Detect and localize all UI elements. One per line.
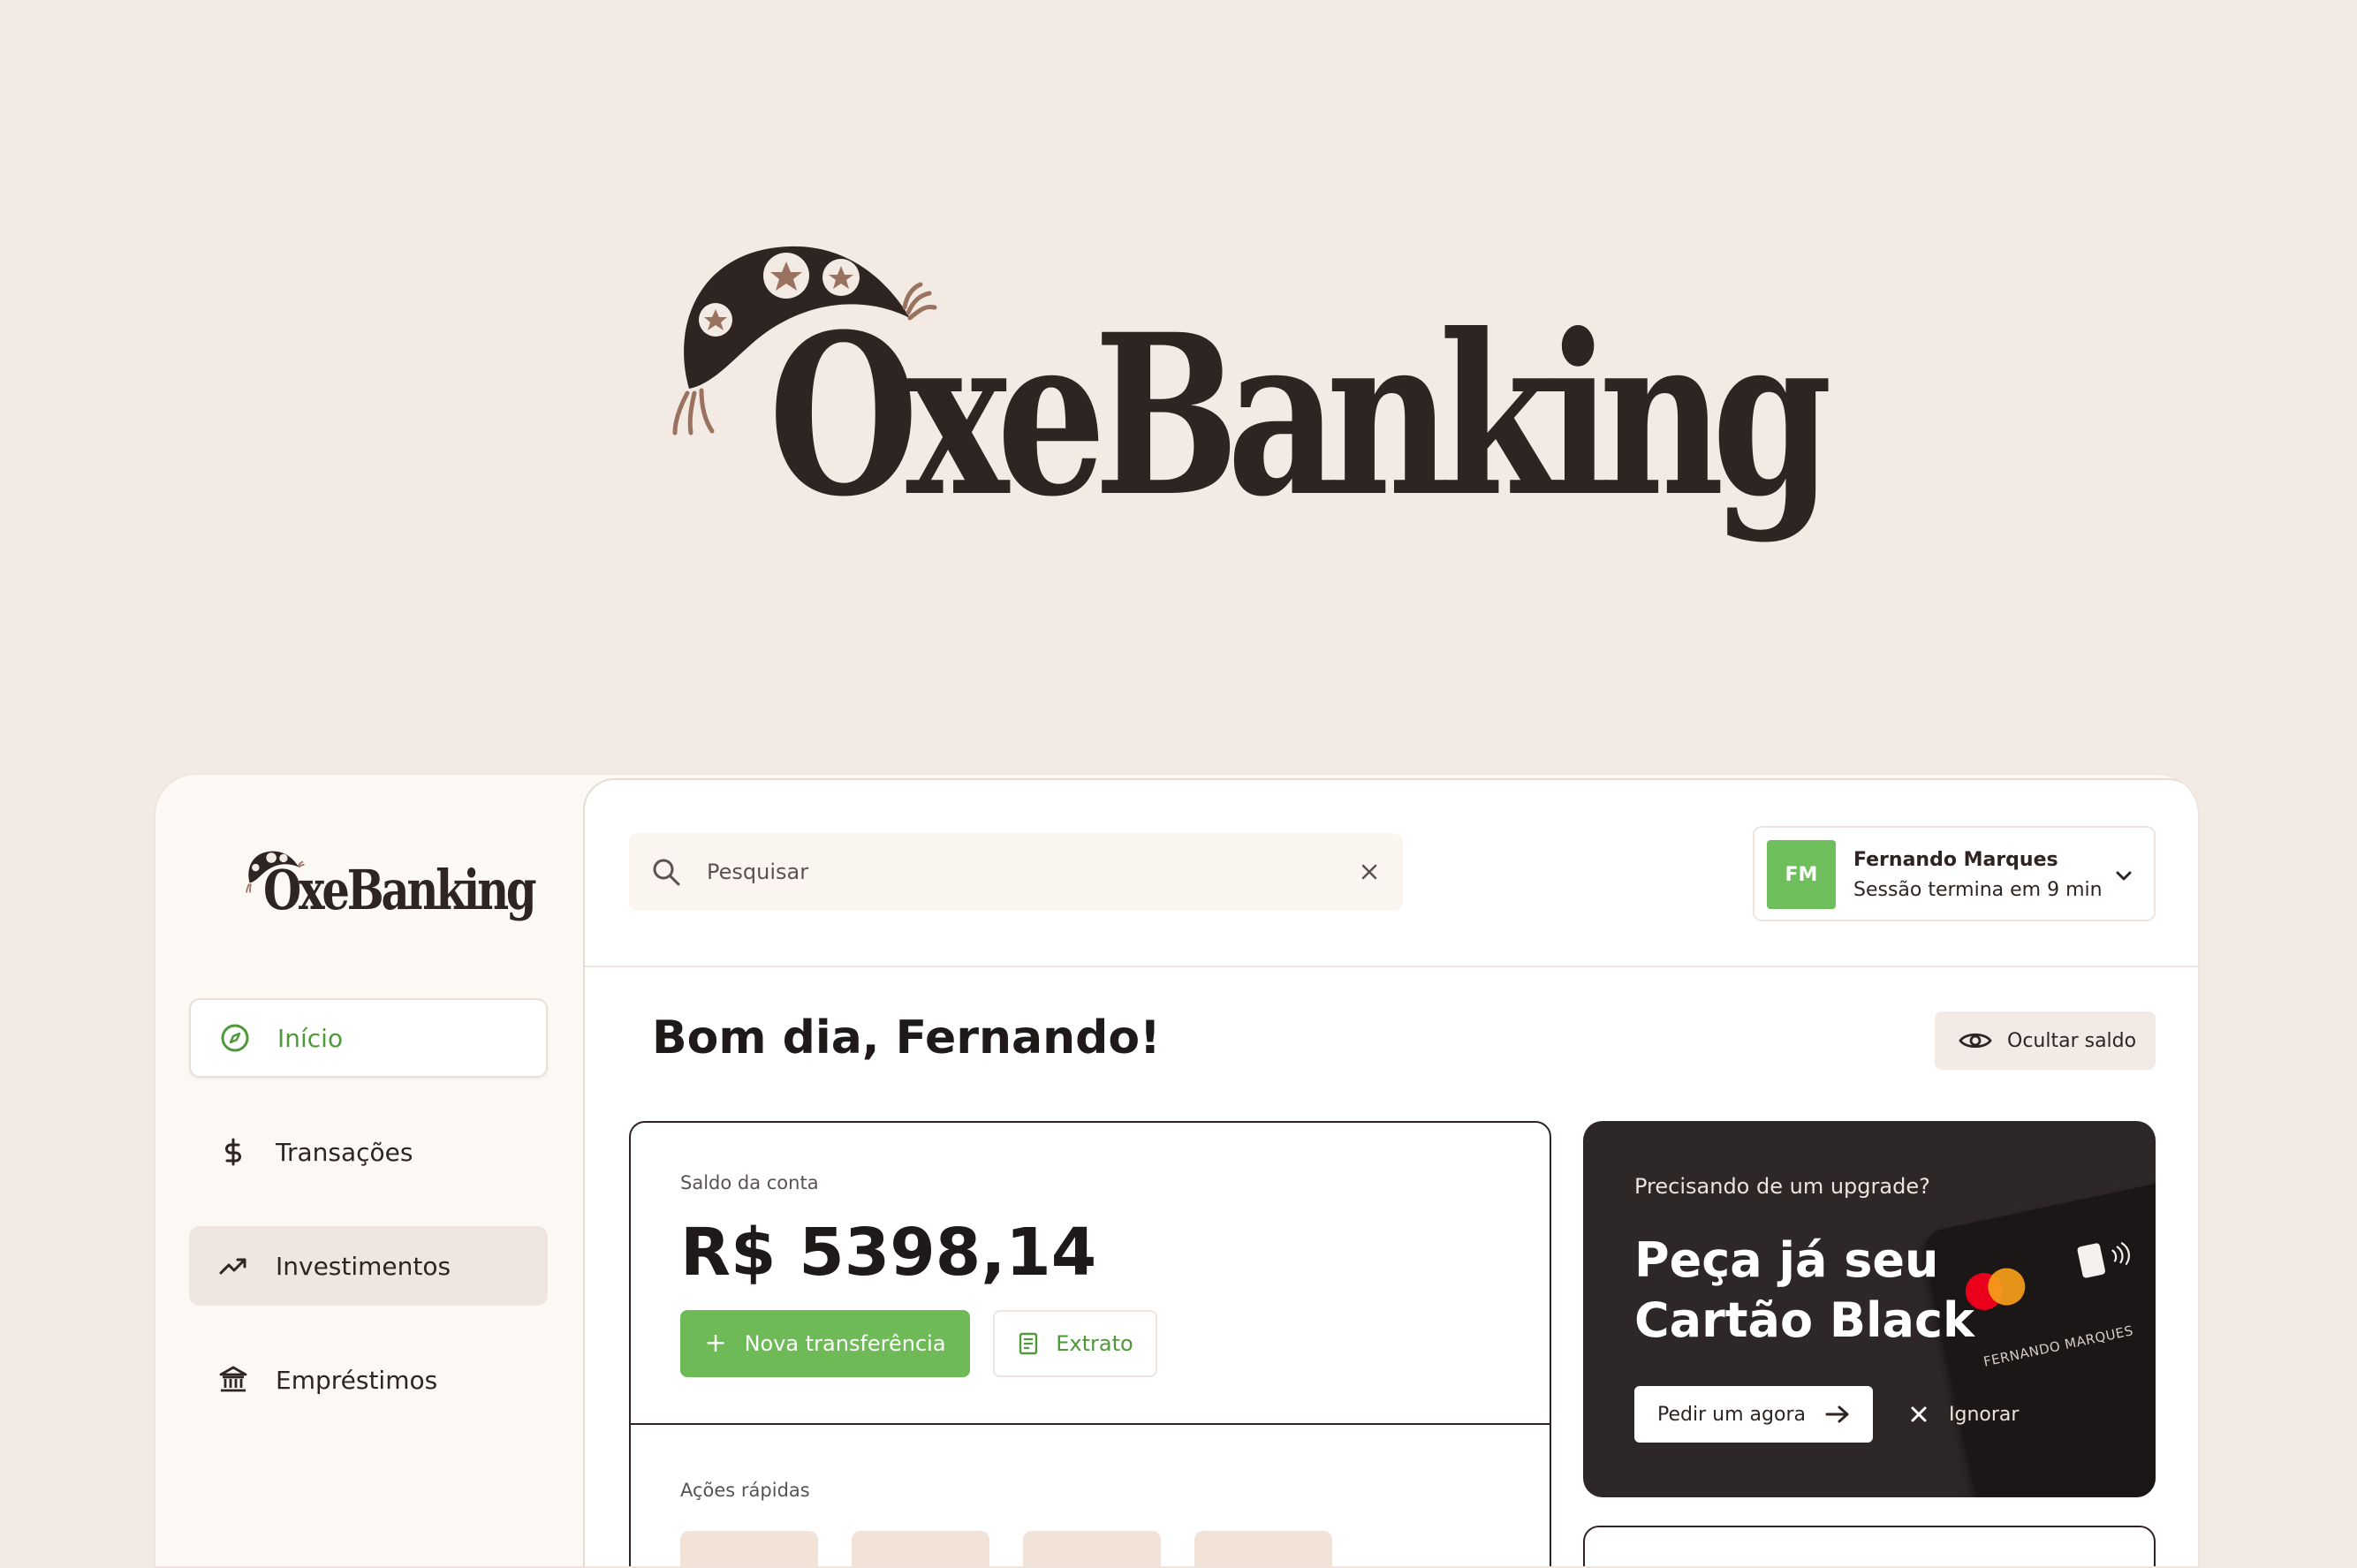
sidebar-item-label: Início xyxy=(277,1023,344,1053)
contactless-icon xyxy=(2111,1242,2130,1265)
eye-icon xyxy=(1959,1033,1992,1049)
user-name: Fernando Marques xyxy=(1853,849,2058,871)
quick-actions-title: Ações rápidas xyxy=(680,1480,810,1501)
sidebar-item-inicio[interactable]: Início xyxy=(189,998,548,1078)
trending-up-icon xyxy=(217,1250,249,1282)
sidebar-item-label: Empréstimos xyxy=(276,1365,438,1395)
search-icon xyxy=(653,859,680,886)
user-menu[interactable]: FM Fernando Marques Sessão termina em 9 … xyxy=(1753,826,2156,921)
balance-value: R$ 5398,14 xyxy=(680,1215,1097,1291)
sidebar-wordmark: OxeBanking xyxy=(263,858,537,922)
sidebar-item-label: Investimentos xyxy=(276,1251,451,1281)
arrow-right-icon xyxy=(1825,1405,1849,1423)
close-icon xyxy=(1911,1406,1927,1422)
session-timer: Sessão termina em 9 min xyxy=(1853,879,2103,901)
ignore-button[interactable]: Ignorar xyxy=(1910,1386,2019,1443)
sidebar-nav: Início Transações Investimentos Emprésti… xyxy=(189,998,548,1454)
avatar: FM xyxy=(1767,840,1836,909)
compass-icon xyxy=(219,1022,251,1054)
upgrade-promo-card: FERNANDO MARQUES OxeBanking Precisando d… xyxy=(1583,1121,2156,1497)
clear-search-icon[interactable] xyxy=(1355,858,1383,886)
new-transfer-button[interactable]: + Nova transferência xyxy=(680,1310,970,1377)
statement-label: Extrato xyxy=(1056,1331,1133,1356)
hide-balance-button[interactable]: Ocultar saldo xyxy=(1935,1011,2156,1070)
hide-balance-label: Ocultar saldo xyxy=(2007,1029,2137,1052)
hero-logo: OxeBanking xyxy=(663,221,1832,574)
promo-title: Peça já seu Cartão Black xyxy=(1634,1232,1974,1348)
quick-action[interactable] xyxy=(1194,1531,1332,1566)
order-card-label: Pedir um agora xyxy=(1657,1403,1806,1426)
sidebar-item-label: Transações xyxy=(276,1137,413,1167)
dollar-icon xyxy=(217,1136,249,1168)
quick-action[interactable] xyxy=(852,1531,989,1566)
new-transfer-label: Nova transferência xyxy=(744,1331,946,1356)
statement-button[interactable]: Extrato xyxy=(993,1310,1157,1377)
balance-label: Saldo da conta xyxy=(680,1172,819,1193)
order-card-button[interactable]: Pedir um agora xyxy=(1634,1386,1873,1443)
quick-action[interactable] xyxy=(680,1531,818,1566)
chevron-down-icon[interactable] xyxy=(2111,863,2136,888)
app-window: OxeBanking Início Transações Investiment… xyxy=(154,773,2200,1568)
bank-icon xyxy=(217,1364,249,1396)
card-chip xyxy=(2076,1242,2106,1279)
promo-question: Precisando de um upgrade? xyxy=(1634,1174,1930,1199)
hero-wordmark: OxeBanking xyxy=(769,285,1832,545)
quick-action[interactable] xyxy=(1023,1531,1161,1566)
secondary-card xyxy=(1583,1526,2156,1566)
balance-card: Saldo da conta R$ 5398,14 + Nova transfe… xyxy=(629,1121,1551,1566)
top-bar: FM Fernando Marques Sessão termina em 9 … xyxy=(585,780,2198,967)
ignore-label: Ignorar xyxy=(1949,1403,2020,1426)
sidebar-logo[interactable]: OxeBanking xyxy=(244,844,537,932)
sidebar-item-transacoes[interactable]: Transações xyxy=(189,1112,548,1192)
receipt-icon xyxy=(1019,1332,1038,1355)
page-title: Bom dia, Fernando! xyxy=(652,1011,1161,1064)
sidebar-item-investimentos[interactable]: Investimentos xyxy=(189,1226,548,1306)
card-logo: OxeBanking xyxy=(2122,1474,2156,1497)
divider xyxy=(631,1423,1550,1425)
plus-icon: + xyxy=(704,1328,727,1359)
sidebar: OxeBanking Início Transações Investiment… xyxy=(155,775,583,1566)
main-panel: FM Fernando Marques Sessão termina em 9 … xyxy=(583,778,2198,1566)
sidebar-item-emprestimos[interactable]: Empréstimos xyxy=(189,1340,548,1420)
search-bar xyxy=(629,833,1403,911)
search-input[interactable] xyxy=(705,833,1323,911)
